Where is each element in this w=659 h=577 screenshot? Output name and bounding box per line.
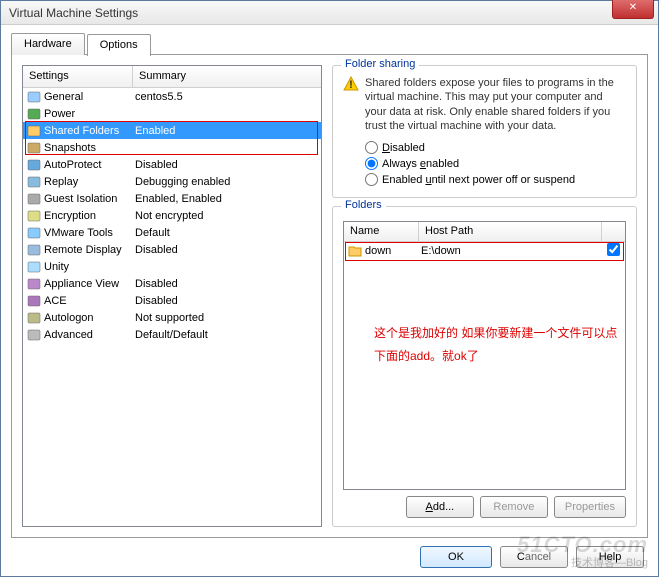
- col-summary[interactable]: Summary: [133, 66, 321, 87]
- folder-list-header: Name Host Path: [344, 222, 625, 242]
- help-button[interactable]: Help: [576, 546, 644, 568]
- folder-icon: [348, 244, 362, 258]
- titlebar: Virtual Machine Settings ✕: [1, 1, 658, 25]
- folder-buttons: Add... Remove Properties: [343, 496, 626, 518]
- tab-options[interactable]: Options: [87, 34, 151, 56]
- window-title: Virtual Machine Settings: [9, 6, 138, 20]
- properties-button[interactable]: Properties: [554, 496, 626, 518]
- warning-row: ! Shared folders expose your files to pr…: [343, 76, 626, 133]
- dialog-buttons: OK Cancel Help: [11, 538, 648, 568]
- col-hostpath[interactable]: Host Path: [419, 222, 601, 241]
- tab-content: Settings Summary Generalcentos5.5PowerSh…: [11, 54, 648, 538]
- folder-row[interactable]: downE:\down: [344, 242, 625, 260]
- add-button[interactable]: Add...: [406, 496, 474, 518]
- settings-row-power[interactable]: Power: [23, 105, 321, 122]
- settings-row-autologon[interactable]: AutologonNot supported: [23, 309, 321, 326]
- settings-row-appliance-view[interactable]: Appliance ViewDisabled: [23, 275, 321, 292]
- folder-enable-checkbox[interactable]: [607, 243, 620, 256]
- list-header: Settings Summary: [23, 66, 321, 88]
- col-check: [601, 222, 625, 241]
- settings-row-advanced[interactable]: AdvancedDefault/Default: [23, 326, 321, 343]
- settings-row-general[interactable]: Generalcentos5.5: [23, 88, 321, 105]
- radio-disabled[interactable]: Disabled: [365, 141, 626, 154]
- warning-text: Shared folders expose your files to prog…: [365, 76, 626, 133]
- group-title-sharing: Folder sharing: [341, 58, 419, 70]
- radio-always[interactable]: Always enabled: [365, 157, 626, 170]
- settings-row-encryption[interactable]: EncryptionNot encrypted: [23, 207, 321, 224]
- group-title-folders: Folders: [341, 199, 386, 211]
- cancel-button[interactable]: Cancel: [500, 546, 568, 568]
- settings-row-autoprotect[interactable]: AutoProtectDisabled: [23, 156, 321, 173]
- tabstrip: Hardware Options: [11, 33, 648, 55]
- folders-group: Folders Name Host Path downE:\down 这个是我加…: [332, 206, 637, 527]
- settings-row-remote-display[interactable]: Remote DisplayDisabled: [23, 241, 321, 258]
- settings-row-unity[interactable]: Unity: [23, 258, 321, 275]
- settings-row-shared-folders[interactable]: Shared FoldersEnabled: [23, 122, 321, 139]
- remove-button[interactable]: Remove: [480, 496, 548, 518]
- settings-row-vmware-tools[interactable]: VMware ToolsDefault: [23, 224, 321, 241]
- ok-button[interactable]: OK: [420, 546, 492, 568]
- body: Hardware Options Settings Summary Genera…: [1, 25, 658, 576]
- col-name[interactable]: Name: [344, 222, 419, 241]
- svg-text:!: !: [349, 79, 353, 91]
- right-panel: Folder sharing ! Shared folders expose y…: [332, 65, 637, 527]
- warning-icon: !: [343, 76, 359, 92]
- settings-list[interactable]: Settings Summary Generalcentos5.5PowerSh…: [22, 65, 322, 527]
- folder-list[interactable]: Name Host Path downE:\down 这个是我加好的 如果你要新…: [343, 221, 626, 490]
- annotation-text: 这个是我加好的 如果你要新建一个文件可以点下面的add。就ok了: [374, 322, 619, 368]
- settings-row-ace[interactable]: ACEDisabled: [23, 292, 321, 309]
- close-button[interactable]: ✕: [612, 0, 654, 19]
- tab-hardware[interactable]: Hardware: [11, 33, 85, 55]
- col-settings[interactable]: Settings: [23, 66, 133, 87]
- folder-sharing-group: Folder sharing ! Shared folders expose y…: [332, 65, 637, 198]
- radio-until[interactable]: Enabled until next power off or suspend: [365, 173, 626, 186]
- settings-row-replay[interactable]: ReplayDebugging enabled: [23, 173, 321, 190]
- settings-row-snapshots[interactable]: Snapshots: [23, 139, 321, 156]
- vm-settings-window: Virtual Machine Settings ✕ Hardware Opti…: [0, 0, 659, 577]
- settings-row-guest-isolation[interactable]: Guest IsolationEnabled, Enabled: [23, 190, 321, 207]
